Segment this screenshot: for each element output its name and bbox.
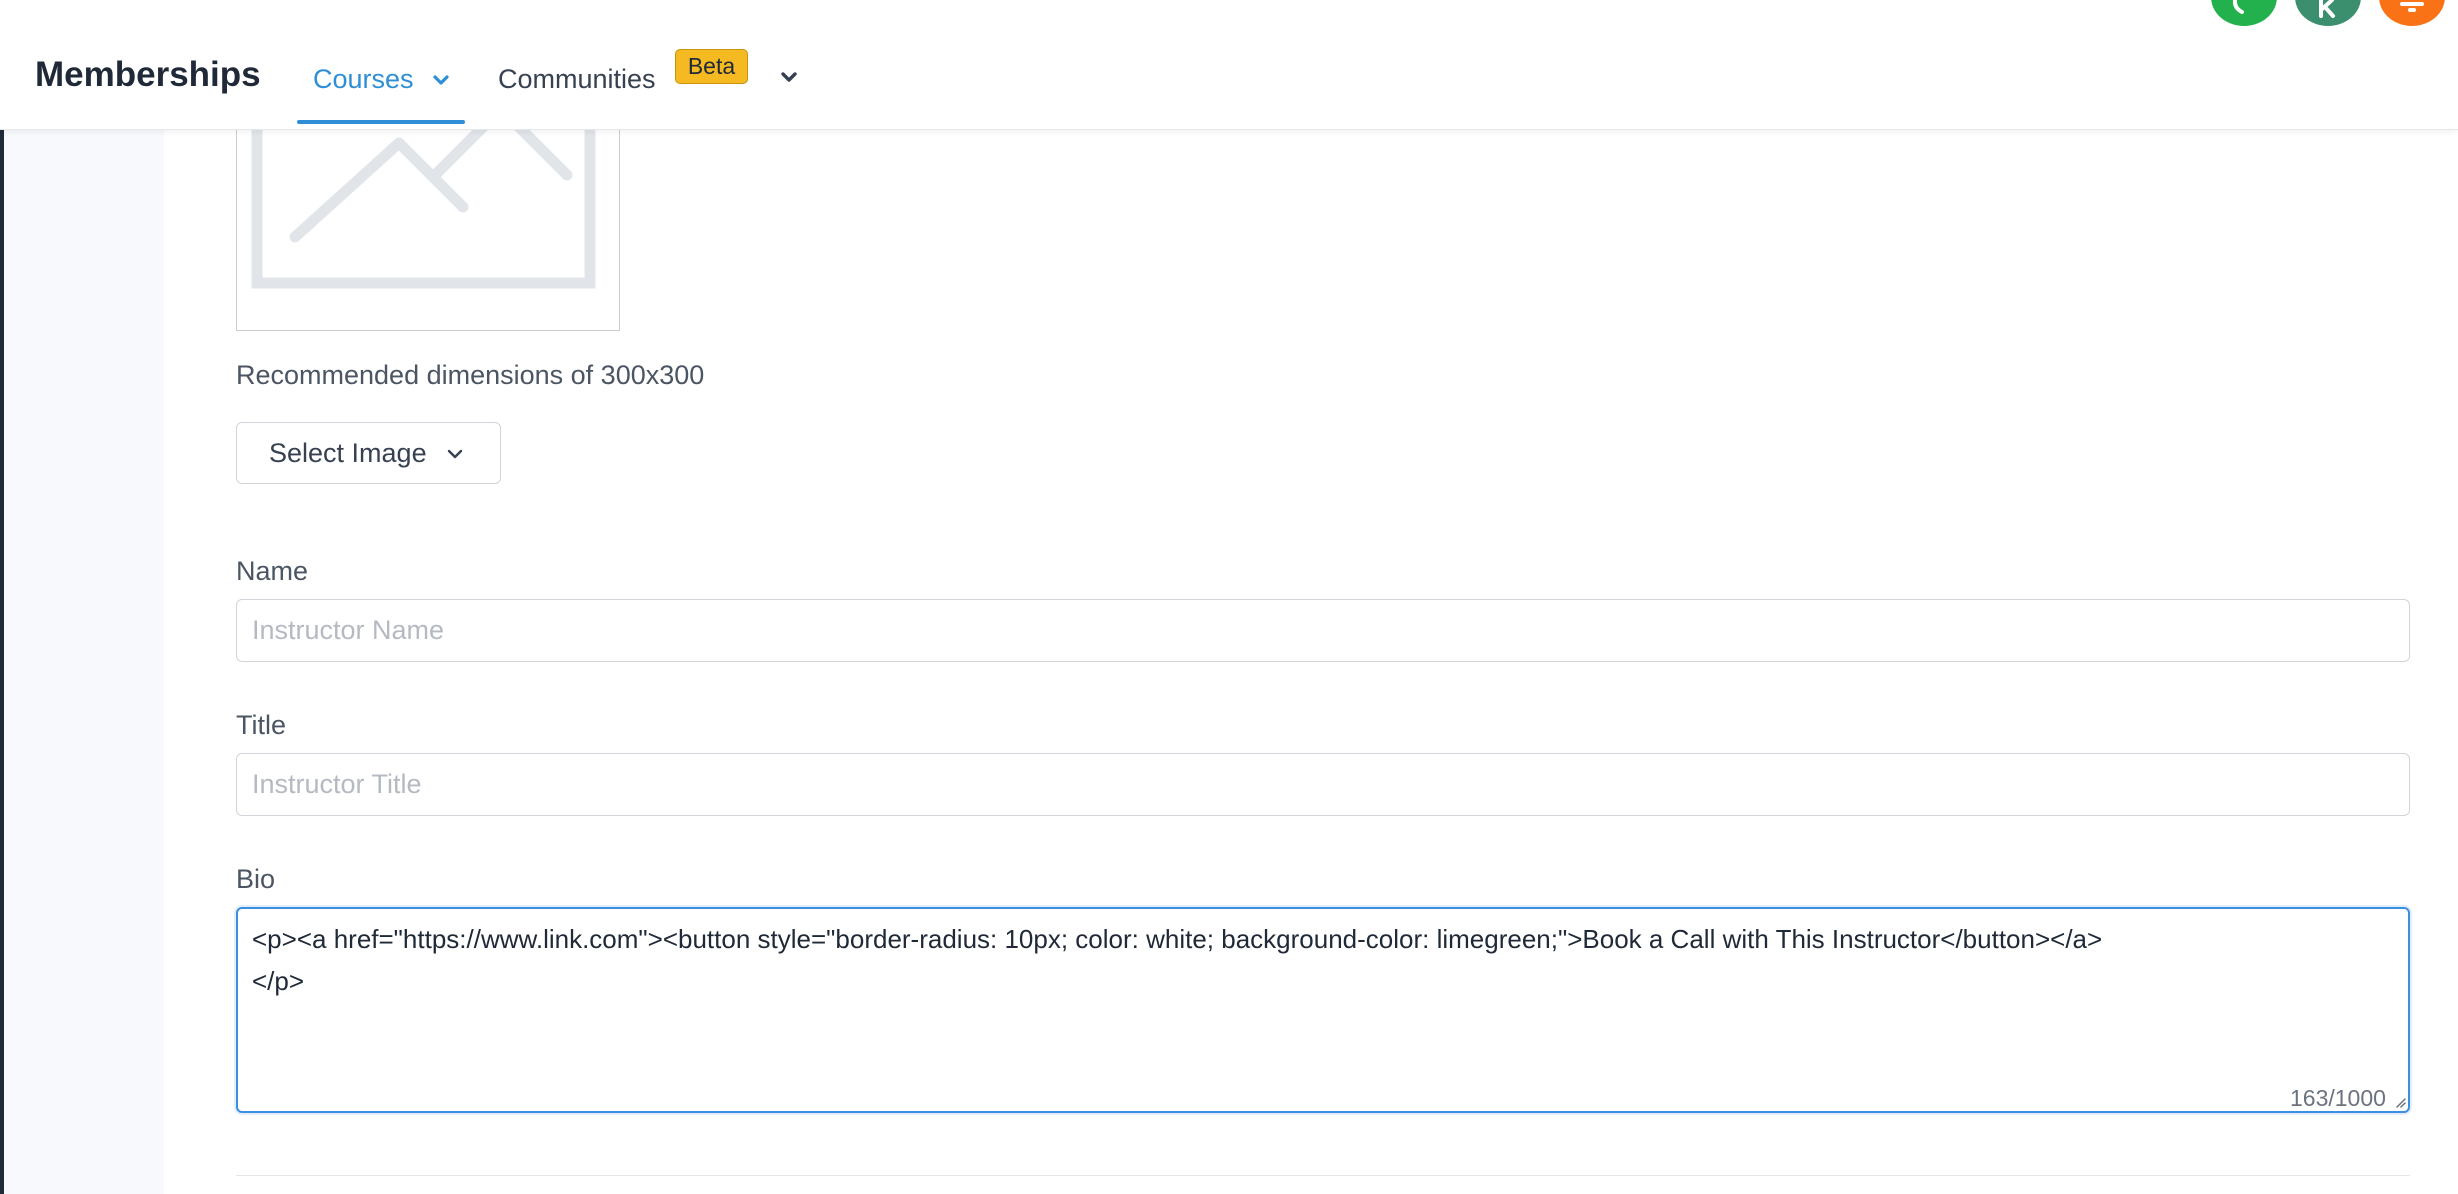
more-tabs-chevron-icon[interactable] [780,70,798,88]
phone-icon[interactable] [2211,0,2277,26]
title-label: Title [236,710,287,740]
tab-courses-label: Courses [313,64,414,94]
section-divider [236,1175,2410,1176]
beta-badge: Beta [675,49,748,84]
top-navigation-bar: Memberships Courses Communities Beta [0,0,2458,130]
chevron-down-icon [447,449,463,459]
instructor-name-input[interactable] [236,599,2410,662]
bio-character-count: 163/1000 [2290,1085,2386,1111]
tab-communities[interactable]: Communities [498,64,656,95]
tab-courses[interactable]: Courses [313,62,449,95]
bell-icon[interactable] [2379,0,2445,26]
window-edge [0,0,4,1194]
bio-label: Bio [236,864,276,894]
recommended-dimensions-text: Recommended dimensions of 300x300 [236,360,705,390]
select-image-button[interactable]: Select Image [236,422,501,484]
image-placeholder[interactable] [236,110,620,331]
image-placeholder-icon [251,111,596,289]
app-title: Memberships [35,55,261,94]
select-image-label: Select Image [269,438,427,468]
instructor-title-input[interactable] [236,753,2410,816]
k-icon[interactable] [2295,0,2361,26]
tab-communities-label: Communities [498,64,656,94]
bio-textarea[interactable]: <p><a href="https://www.link.com"><butto… [236,907,2410,1113]
resize-handle-icon[interactable] [2394,1095,2406,1113]
chevron-down-icon [433,62,449,93]
active-tab-indicator [297,120,465,124]
name-label: Name [236,556,309,586]
